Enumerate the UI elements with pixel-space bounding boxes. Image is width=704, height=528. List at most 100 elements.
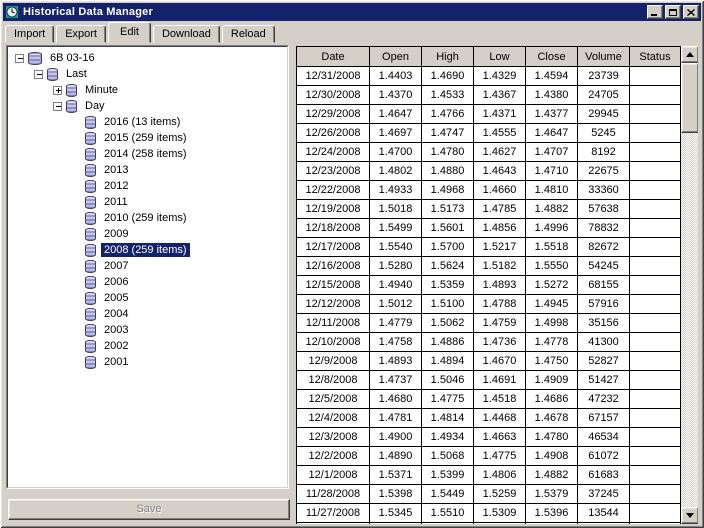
cell-date[interactable]: 12/11/2008 xyxy=(296,313,370,333)
cell-volume[interactable]: 22675 xyxy=(577,161,630,181)
cell-volume[interactable]: 54245 xyxy=(577,256,630,276)
cell-low[interactable]: 1.4806 xyxy=(473,465,526,485)
cell-status[interactable] xyxy=(629,294,681,314)
cell-high[interactable]: 1.5068 xyxy=(421,446,474,466)
cell-status[interactable] xyxy=(629,389,681,409)
cell-high[interactable]: 1.5399 xyxy=(421,465,474,485)
cell-open[interactable]: 1.5018 xyxy=(369,199,422,219)
tree-item-2005[interactable]: 2005 xyxy=(8,290,287,306)
cell-volume[interactable]: 35156 xyxy=(577,313,630,333)
cell-open[interactable]: 1.4758 xyxy=(369,332,422,352)
cell-close[interactable]: 1.4686 xyxy=(525,389,578,409)
cell-date[interactable]: 11/28/2008 xyxy=(296,484,370,504)
cell-open[interactable]: 1.4933 xyxy=(369,180,422,200)
cell-low[interactable]: 1.4468 xyxy=(473,408,526,428)
cell-date[interactable]: 12/1/2008 xyxy=(296,465,370,485)
cell-close[interactable]: 1.4647 xyxy=(525,123,578,143)
cell-low[interactable]: 1.4329 xyxy=(473,66,526,86)
tree-item-2006[interactable]: 2006 xyxy=(8,274,287,290)
cell-high[interactable]: 1.4780 xyxy=(421,142,474,162)
cell-open[interactable]: 1.5012 xyxy=(369,294,422,314)
cell-volume[interactable]: 41300 xyxy=(577,332,630,352)
cell-status[interactable] xyxy=(629,465,681,485)
cell-date[interactable]: 12/26/2008 xyxy=(296,123,370,143)
scroll-down-button[interactable] xyxy=(681,507,698,524)
minimize-button[interactable] xyxy=(647,5,663,19)
cell-open[interactable]: 1.5280 xyxy=(369,256,422,276)
cell-high[interactable]: 1.5173 xyxy=(421,199,474,219)
cell-close[interactable]: 1.5396 xyxy=(525,503,578,523)
column-header-status[interactable]: Status xyxy=(629,46,681,67)
cell-date[interactable]: 12/31/2008 xyxy=(296,66,370,86)
cell-volume[interactable]: 52827 xyxy=(577,351,630,371)
vertical-scrollbar[interactable] xyxy=(681,46,698,524)
cell-close[interactable]: 1.4780 xyxy=(525,427,578,447)
title-bar[interactable]: Historical Data Manager xyxy=(3,3,701,21)
save-button[interactable]: Save xyxy=(8,499,290,520)
cell-high[interactable]: 1.5062 xyxy=(421,313,474,333)
cell-low[interactable]: 1.4759 xyxy=(473,313,526,333)
cell-low[interactable]: 1.4371 xyxy=(473,104,526,124)
cell-volume[interactable]: 51427 xyxy=(577,370,630,390)
cell-open[interactable]: 1.5540 xyxy=(369,237,422,257)
cell-status[interactable] xyxy=(629,237,681,257)
cell-high[interactable]: 1.5601 xyxy=(421,218,474,238)
cell-date[interactable]: 12/3/2008 xyxy=(296,427,370,447)
cell-status[interactable] xyxy=(629,275,681,295)
tab-export[interactable]: Export xyxy=(56,25,106,43)
cell-low[interactable]: 1.4660 xyxy=(473,180,526,200)
cell-high[interactable]: 1.4747 xyxy=(421,123,474,143)
cell-close[interactable]: 1.4678 xyxy=(525,408,578,428)
cell-high[interactable]: 1.4894 xyxy=(421,351,474,371)
cell-close[interactable]: 1.4707 xyxy=(525,142,578,162)
column-header-high[interactable]: High xyxy=(421,46,474,67)
cell-close[interactable]: 1.4750 xyxy=(525,351,578,371)
cell-close[interactable]: 1.4909 xyxy=(525,370,578,390)
cell-volume[interactable]: 23739 xyxy=(577,66,630,86)
cell-date[interactable]: 12/24/2008 xyxy=(296,142,370,162)
cell-open[interactable]: 1.4781 xyxy=(369,408,422,428)
cell-low[interactable]: 1.4785 xyxy=(473,199,526,219)
cell-volume[interactable]: 8192 xyxy=(577,142,630,162)
cell-low[interactable]: 1.4856 xyxy=(473,218,526,238)
cell-high[interactable]: 1.5359 xyxy=(421,275,474,295)
cell-high[interactable]: 1.4968 xyxy=(421,180,474,200)
cell-open[interactable]: 1.4370 xyxy=(369,85,422,105)
cell-volume[interactable]: 78832 xyxy=(577,218,630,238)
cell-volume[interactable]: 57916 xyxy=(577,294,630,314)
cell-open[interactable]: 1.4697 xyxy=(369,123,422,143)
tree-item-2003[interactable]: 2003 xyxy=(8,322,287,338)
cell-status[interactable] xyxy=(629,427,681,447)
cell-low[interactable]: 1.4627 xyxy=(473,142,526,162)
cell-close[interactable]: 1.4778 xyxy=(525,332,578,352)
cell-volume[interactable]: 47232 xyxy=(577,389,630,409)
cell-status[interactable] xyxy=(629,256,681,276)
cell-low[interactable]: 1.4691 xyxy=(473,370,526,390)
cell-date[interactable]: 12/10/2008 xyxy=(296,332,370,352)
cell-low[interactable]: 1.4775 xyxy=(473,446,526,466)
cell-low[interactable]: 1.4555 xyxy=(473,123,526,143)
tab-edit[interactable]: Edit xyxy=(107,22,151,43)
scrollbar-thumb[interactable] xyxy=(681,63,698,133)
cell-volume[interactable]: 29945 xyxy=(577,104,630,124)
tree-item-day[interactable]: Day xyxy=(8,98,287,114)
cell-close[interactable]: 1.4882 xyxy=(525,465,578,485)
tree-item-2001[interactable]: 2001 xyxy=(8,354,287,370)
cell-status[interactable] xyxy=(629,104,681,124)
cell-low[interactable]: 1.4670 xyxy=(473,351,526,371)
tab-reload[interactable]: Reload xyxy=(221,25,275,43)
tree-item-2011[interactable]: 2011 xyxy=(8,194,287,210)
cell-status[interactable] xyxy=(629,446,681,466)
cell-low[interactable]: 1.4788 xyxy=(473,294,526,314)
cell-low[interactable]: 1.5182 xyxy=(473,256,526,276)
cell-open[interactable]: 1.4900 xyxy=(369,427,422,447)
expander-minus-icon[interactable] xyxy=(15,53,24,63)
cell-close[interactable]: 1.5550 xyxy=(525,256,578,276)
cell-high[interactable]: 1.4775 xyxy=(421,389,474,409)
cell-low[interactable]: 1.4518 xyxy=(473,389,526,409)
cell-low[interactable]: 1.4893 xyxy=(473,275,526,295)
tree-item-2002[interactable]: 2002 xyxy=(8,338,287,354)
cell-status[interactable] xyxy=(629,332,681,352)
cell-high[interactable]: 1.5100 xyxy=(421,294,474,314)
cell-open[interactable]: 1.4700 xyxy=(369,142,422,162)
